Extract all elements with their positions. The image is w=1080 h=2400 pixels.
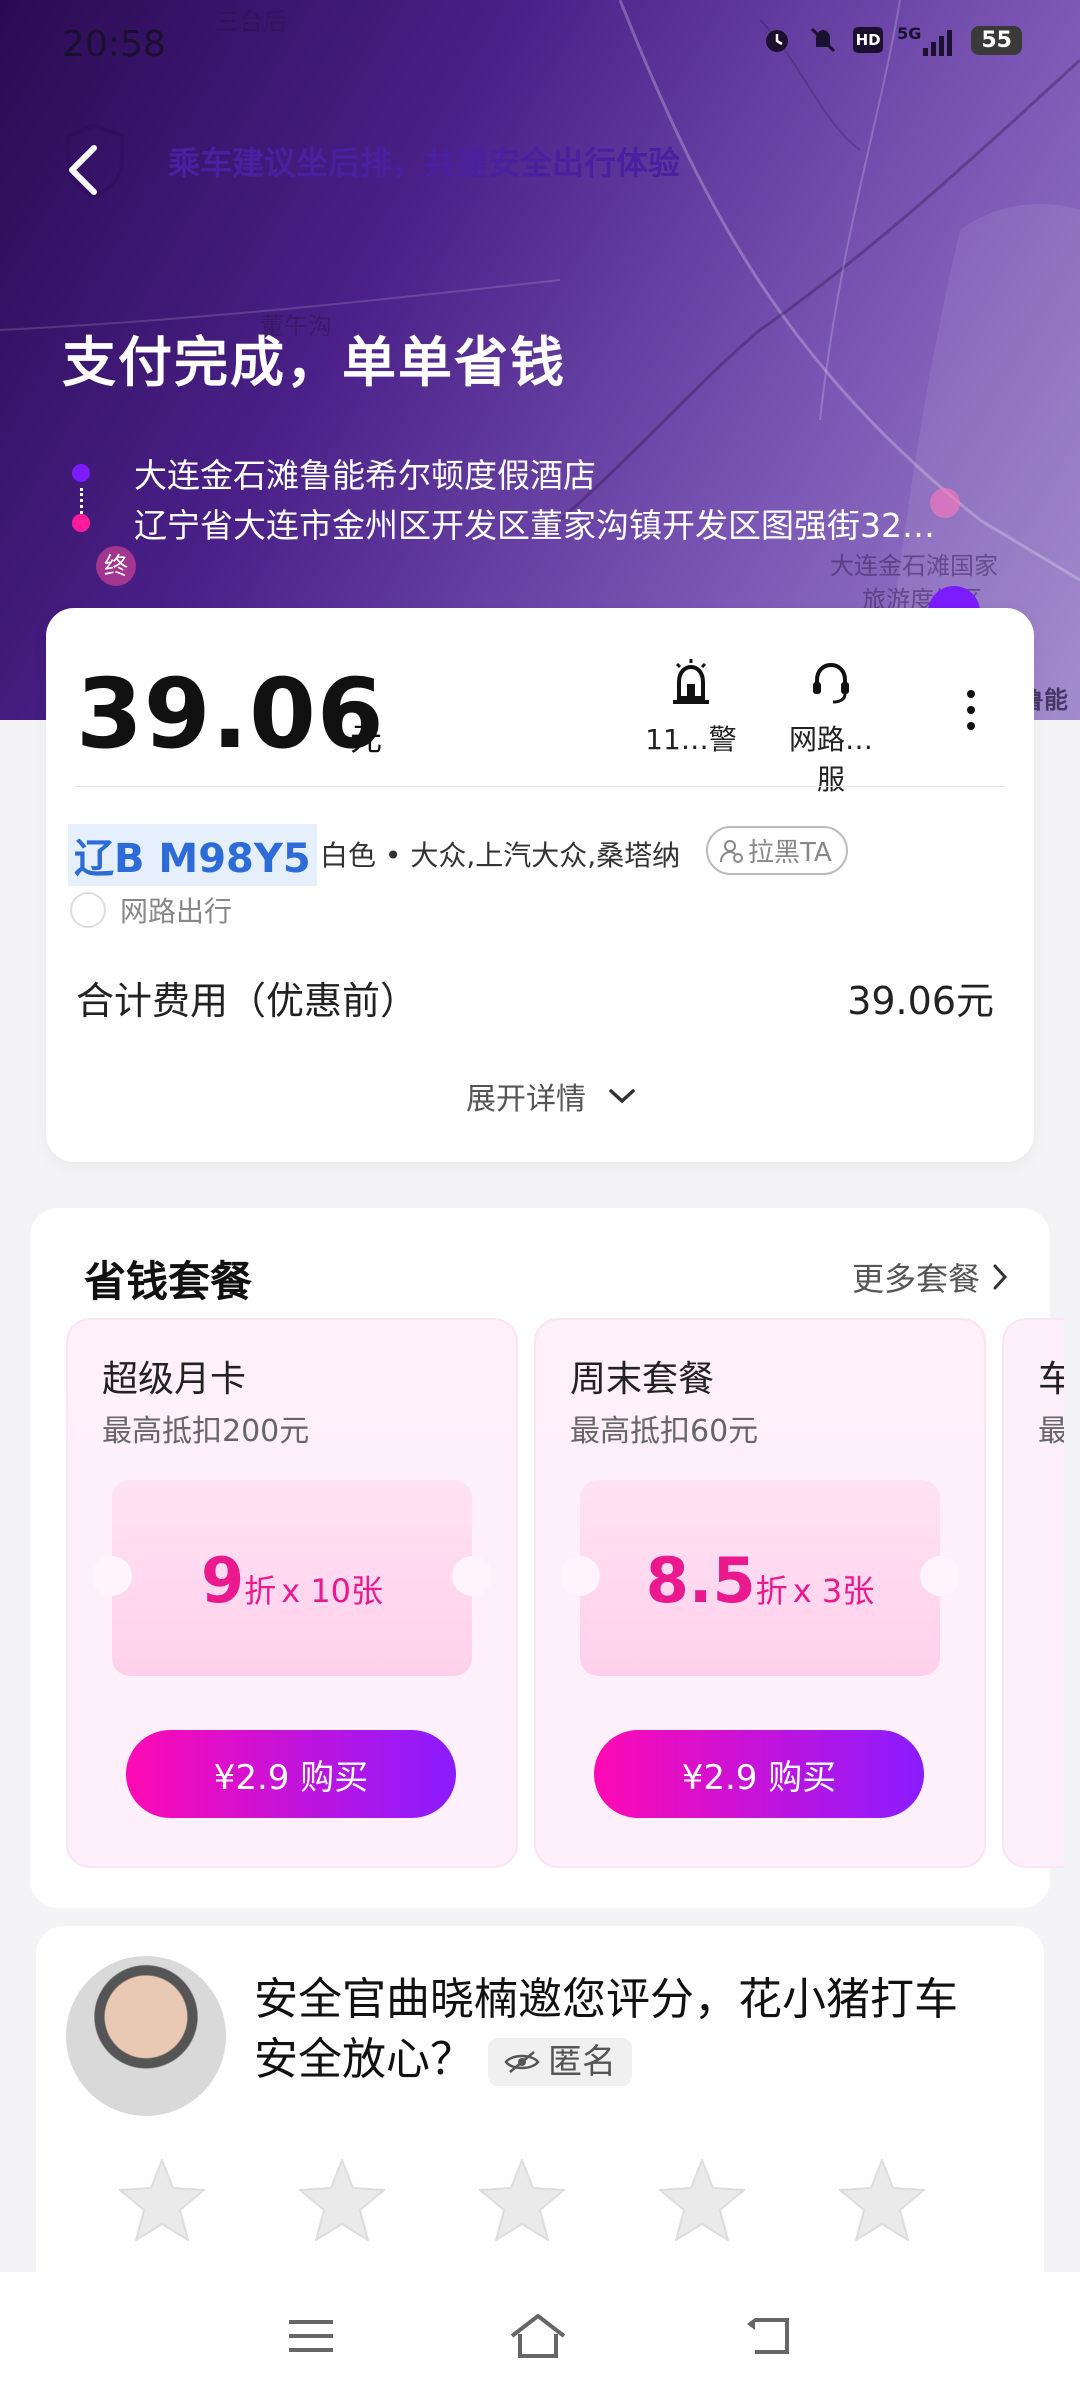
kebab-menu-icon bbox=[967, 690, 975, 730]
package-subtitle: 最 bbox=[1038, 1406, 1064, 1450]
avatar bbox=[66, 1956, 226, 2116]
total-value: 39.06元 bbox=[847, 979, 994, 1023]
start-dot-icon bbox=[72, 464, 90, 482]
expand-label: 展开详情 bbox=[466, 1082, 586, 1117]
route-connector bbox=[80, 488, 87, 514]
star-icon[interactable] bbox=[296, 2156, 388, 2244]
back-arrow-icon bbox=[69, 145, 97, 195]
price-unit: 元 bbox=[350, 720, 383, 758]
package-name: 周末套餐 bbox=[570, 1359, 715, 1400]
coupon-ticket: 8.5折 x 3张 bbox=[560, 1480, 960, 1676]
safety-banner[interactable]: 乘车建议坐后排，共建安全出行体验 bbox=[168, 138, 680, 184]
payment-card: 39.06 元 11…警 网路…服 辽B M98Y5 白色 • 大众,上汽大众,… bbox=[46, 608, 1034, 1162]
company-info: 网路出行 bbox=[70, 890, 232, 930]
block-driver-button[interactable]: 拉黑TA bbox=[706, 826, 848, 875]
map-end-marker: 终 bbox=[96, 546, 136, 586]
page-title: 支付完成，单单省钱 bbox=[62, 331, 566, 394]
price-amount: 39.06 bbox=[76, 658, 385, 770]
network-label: 5G bbox=[897, 24, 922, 43]
discount: 8.5折 x 3张 bbox=[580, 1544, 940, 1617]
packages-card: 省钱套餐 更多套餐 超级月卡 最高抵扣200元 9折 x 10张 ¥2.9 购买… bbox=[30, 1208, 1064, 1908]
status-time: 20:58 bbox=[62, 24, 166, 65]
divider bbox=[76, 786, 1004, 787]
expand-details-button[interactable]: 展开详情 bbox=[466, 1074, 636, 1118]
alarm-clock-icon bbox=[761, 24, 793, 56]
total-label: 合计费用（优惠前） bbox=[76, 979, 419, 1023]
discount-value: 9 bbox=[200, 1544, 245, 1617]
battery-indicator: 55 bbox=[971, 25, 1022, 55]
company-name: 网路出行 bbox=[120, 895, 233, 928]
route-start: 大连金石滩鲁能希尔顿度假酒店 bbox=[72, 448, 935, 498]
home-icon[interactable] bbox=[508, 2312, 568, 2360]
discount-unit: 折 bbox=[755, 1572, 788, 1610]
star-icon[interactable] bbox=[656, 2156, 748, 2244]
status-bar: 20:58 HD 5G 55 bbox=[62, 18, 1022, 68]
anonymous-label: 匿名 bbox=[548, 2042, 616, 2082]
company-logo bbox=[70, 892, 106, 928]
chevron-right-icon bbox=[993, 1264, 1008, 1290]
license-plate: 辽B M98Y5 bbox=[68, 824, 317, 886]
user-block-icon bbox=[720, 839, 743, 863]
buy-button[interactable]: ¥2.9 购买 bbox=[594, 1730, 924, 1818]
coupon-ticket: 9折 x 10张 bbox=[92, 1480, 492, 1676]
hd-icon: HD bbox=[853, 27, 884, 53]
package-subtitle: 最高抵扣60元 bbox=[570, 1414, 759, 1449]
anonymous-toggle[interactable]: 匿名 bbox=[488, 2038, 632, 2086]
package-name: 车 bbox=[1038, 1350, 1064, 1402]
package-subtitle: 最高抵扣200元 bbox=[102, 1414, 310, 1449]
rating-invite: 安全官曲晓楠邀您评分，花小猪打车安全放心？ 匿名 bbox=[254, 1970, 994, 2090]
discount: 9折 x 10张 bbox=[112, 1544, 472, 1617]
car-info: 白色 • 大众,上汽大众,桑塔纳 bbox=[320, 839, 681, 872]
coupon-count: x 10张 bbox=[281, 1572, 384, 1610]
rating-card: 安全官曲晓楠邀您评分，花小猪打车安全放心？ 匿名 bbox=[36, 1926, 1044, 2286]
back-button[interactable] bbox=[60, 140, 110, 200]
eye-off-icon bbox=[504, 2051, 540, 2073]
package-card[interactable]: 周末套餐 最高抵扣60元 8.5折 x 3张 ¥2.9 购买 bbox=[534, 1318, 986, 1868]
star-icon[interactable] bbox=[116, 2156, 208, 2244]
package-name: 超级月卡 bbox=[102, 1359, 247, 1400]
mute-icon bbox=[807, 24, 839, 56]
more-packages-link[interactable]: 更多套餐 bbox=[852, 1254, 1008, 1300]
package-card-partial[interactable]: 车 最 bbox=[1002, 1318, 1064, 1868]
packages-title: 省钱套餐 bbox=[84, 1257, 253, 1306]
map-label: 大连金石滩国家 bbox=[830, 552, 998, 580]
star-icon[interactable] bbox=[836, 2156, 928, 2244]
customer-service-button[interactable]: 网路…服 bbox=[776, 658, 886, 798]
more-options-button[interactable] bbox=[964, 688, 978, 736]
route-end: 辽宁省大连市金州区开发区董家沟镇开发区图强街32… bbox=[72, 498, 935, 548]
menu-icon[interactable] bbox=[287, 2316, 335, 2356]
package-card[interactable]: 超级月卡 最高抵扣200元 9折 x 10张 ¥2.9 购买 bbox=[66, 1318, 518, 1868]
buy-button[interactable]: ¥2.9 购买 bbox=[126, 1730, 456, 1818]
end-dot-icon bbox=[72, 514, 90, 532]
more-packages-label: 更多套餐 bbox=[851, 1260, 980, 1298]
chevron-down-icon bbox=[609, 1089, 635, 1104]
block-label: 拉黑TA bbox=[748, 838, 832, 868]
headset-icon bbox=[813, 662, 849, 704]
route-end-text: 辽宁省大连市金州区开发区董家沟镇开发区图强街32… bbox=[134, 506, 935, 545]
alarm-icon bbox=[673, 659, 709, 704]
emergency-label: 11…警 bbox=[645, 723, 737, 756]
back-nav-icon[interactable] bbox=[741, 2314, 793, 2358]
route-start-text: 大连金石滩鲁能希尔顿度假酒店 bbox=[134, 456, 596, 495]
emergency-button[interactable]: 11…警 bbox=[636, 658, 746, 758]
system-nav-bar bbox=[0, 2272, 1080, 2400]
star-rating[interactable] bbox=[116, 2156, 928, 2244]
discount-unit: 折 bbox=[244, 1572, 277, 1610]
star-icon[interactable] bbox=[476, 2156, 568, 2244]
route-info: 大连金石滩鲁能希尔顿度假酒店 辽宁省大连市金州区开发区董家沟镇开发区图强街32… bbox=[72, 448, 935, 548]
signal-icon: 5G bbox=[897, 24, 957, 56]
discount-value: 8.5 bbox=[645, 1544, 756, 1617]
coupon-count: x 3张 bbox=[792, 1572, 875, 1610]
